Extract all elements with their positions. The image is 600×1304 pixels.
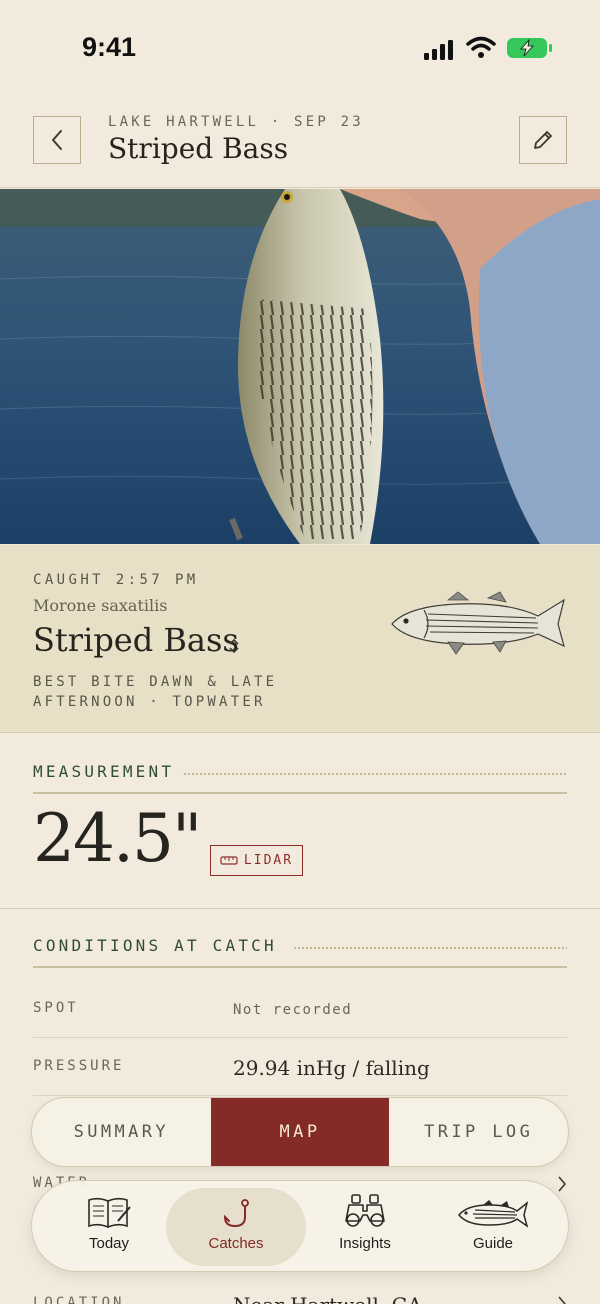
chevron-up-down-icon[interactable] (228, 638, 240, 654)
segment-trip-log[interactable]: TRIP LOG (389, 1098, 568, 1166)
page-title: Striped Bass (108, 132, 289, 165)
ruler-icon (220, 856, 238, 865)
conditions-heading: CONDITIONS AT CATCH (33, 936, 291, 955)
striped-bass-illustration (391, 591, 565, 655)
condition-row-location[interactable]: LOCATION Near Hartwell, GA (33, 1275, 567, 1304)
dotted-rule (293, 946, 567, 952)
condition-key: SPOT (33, 1000, 79, 1016)
tab-label: Guide (472, 1235, 514, 1252)
cellular-signal-icon (424, 40, 453, 60)
back-button[interactable] (33, 116, 81, 164)
conditions-section-header: CONDITIONS AT CATCH (33, 936, 567, 968)
measurement-heading: MEASUREMENT (33, 762, 189, 781)
tab-bar: Today Catches Insights Guide (31, 1180, 569, 1272)
nav-header: LAKE HARTWELL · SEP 23 Striped Bass (0, 96, 600, 188)
condition-key: LOCATION (33, 1295, 125, 1304)
condition-key: PRESSURE (33, 1058, 125, 1074)
chevron-right-icon (558, 1296, 567, 1304)
battery-charging-icon (507, 38, 552, 58)
chevron-left-icon (52, 130, 62, 150)
book-icon (88, 1197, 131, 1229)
catch-photo (0, 189, 600, 544)
condition-value: Not recorded (233, 1002, 353, 1018)
condition-value: Near Hartwell, GA (233, 1293, 422, 1304)
wifi-icon (466, 36, 496, 58)
dotted-rule (183, 772, 567, 778)
chevron-right-icon (558, 1176, 567, 1192)
binoculars-icon (345, 1194, 385, 1227)
lidar-badge: LIDAR (210, 845, 303, 876)
status-bar: 9:41 (0, 0, 600, 96)
view-segmented-control: SUMMARY MAP TRIP LOG (31, 1097, 569, 1167)
tab-today[interactable]: Today (39, 1188, 179, 1266)
condition-value: 29.94 inHg / falling (233, 1056, 430, 1080)
edit-button[interactable] (519, 116, 567, 164)
caught-time: CAUGHT 2:57 PM (33, 572, 199, 588)
tab-insights[interactable]: Insights (295, 1188, 435, 1266)
pencil-icon (534, 131, 552, 149)
tab-label: Insights (339, 1235, 391, 1252)
hook-icon (223, 1199, 249, 1228)
tab-label: Today (88, 1235, 130, 1252)
status-time: 9:41 (82, 32, 137, 62)
measurement-section-header: MEASUREMENT (33, 762, 567, 794)
tab-guide[interactable]: Guide (423, 1188, 563, 1266)
species-name-selector[interactable]: Striped Bass (33, 621, 239, 659)
tab-catches[interactable]: Catches (166, 1188, 306, 1266)
condition-row-pressure: PRESSURE 29.94 inHg / falling (33, 1038, 567, 1096)
tab-label: Catches (208, 1235, 264, 1252)
lidar-label: LIDAR (243, 853, 294, 868)
section-divider (0, 908, 600, 909)
segment-map[interactable]: MAP (210, 1098, 390, 1166)
bite-tip: BEST BITE DAWN & LATE AFTERNOON · TOPWAT… (33, 674, 278, 710)
length-value: 24.5" (33, 800, 202, 877)
fish-icon (458, 1200, 529, 1228)
condition-row-spot: SPOT Not recorded (33, 980, 567, 1038)
header-subtitle: LAKE HARTWELL · SEP 23 (108, 114, 364, 130)
segment-summary[interactable]: SUMMARY (32, 1098, 211, 1166)
latin-name: Morone saxatilis (33, 596, 168, 615)
